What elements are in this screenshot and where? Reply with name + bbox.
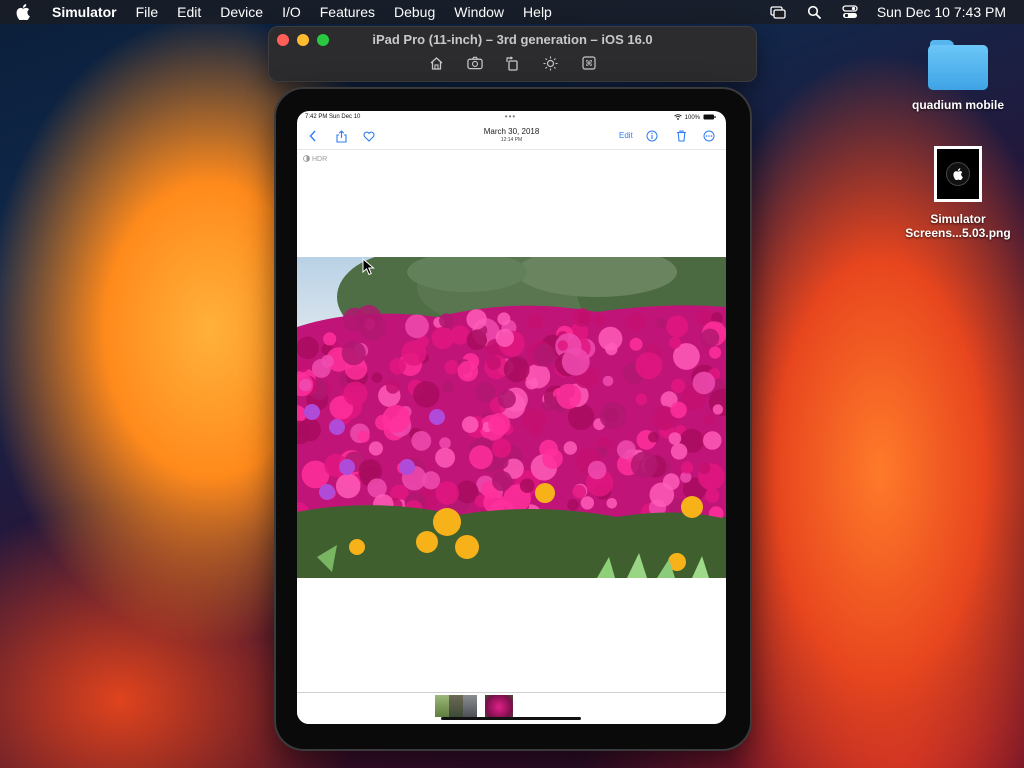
thumbnail-strip[interactable]	[435, 695, 513, 717]
screenshot-thumbnail-icon	[934, 146, 982, 202]
menu-clock[interactable]: Sun Dec 10 7:43 PM	[877, 4, 1006, 20]
photo-time: 12:14 PM	[500, 137, 523, 143]
mouse-cursor-icon	[362, 257, 376, 276]
simulator-window-title: iPad Pro (11-inch) – 3rd generation – iO…	[372, 32, 653, 47]
menu-bar: Simulator File Edit Device I/O Features …	[0, 0, 1024, 24]
control-center-icon[interactable]	[841, 5, 859, 19]
battery-icon	[703, 114, 716, 122]
more-icon[interactable]	[702, 129, 716, 143]
ios-status-bar: 7:42 PM Sun Dec 10 ••• 100%	[305, 112, 716, 124]
folder-icon	[928, 38, 988, 90]
home-icon[interactable]	[429, 55, 445, 71]
appearance-icon[interactable]	[543, 55, 559, 71]
photo-nav-bar: March 30, 2018 12:14 PM Edit	[297, 125, 726, 150]
wifi-icon	[673, 114, 682, 122]
screen-mirroring-icon[interactable]	[769, 5, 787, 19]
screenshot-icon[interactable]	[466, 55, 483, 71]
thumbnail-scrubber	[297, 692, 726, 724]
desktop-file[interactable]: Simulator Screens...5.03.png	[898, 146, 1018, 240]
menu-debug[interactable]: Debug	[394, 4, 435, 20]
rotate-icon[interactable]	[505, 55, 521, 71]
info-icon[interactable]	[645, 129, 659, 143]
menu-io[interactable]: I/O	[282, 4, 301, 20]
keyboard-shortcut-icon[interactable]: ⌘	[581, 55, 597, 71]
ipad-screen[interactable]: 7:42 PM Sun Dec 10 ••• 100% March 30, 20…	[297, 111, 726, 724]
trash-icon[interactable]	[674, 129, 688, 143]
hdr-icon	[303, 155, 310, 164]
desktop-folder[interactable]: quadium mobile	[902, 38, 1014, 112]
thumbnail-selected[interactable]	[485, 695, 513, 717]
battery-percent: 100%	[684, 115, 700, 121]
search-icon[interactable]	[805, 5, 823, 19]
menu-edit[interactable]: Edit	[177, 4, 201, 20]
edit-button[interactable]: Edit	[619, 131, 633, 140]
apple-icon[interactable]	[16, 4, 38, 20]
desktop-folder-label: quadium mobile	[911, 98, 1004, 112]
desktop-file-label: Simulator Screens...5.03.png	[905, 212, 1011, 240]
simulator-window-titlebar: iPad Pro (11-inch) – 3rd generation – iO…	[268, 26, 757, 82]
home-indicator[interactable]	[441, 717, 581, 720]
svg-text:⌘: ⌘	[585, 59, 593, 68]
thumbnail[interactable]	[435, 695, 449, 717]
thumbnail[interactable]	[449, 695, 463, 717]
menu-window[interactable]: Window	[454, 4, 504, 20]
menu-features[interactable]: Features	[320, 4, 375, 20]
flower-photo[interactable]	[297, 257, 726, 578]
thumbnail[interactable]	[463, 695, 477, 717]
menu-file[interactable]: File	[136, 4, 159, 20]
menu-simulator[interactable]: Simulator	[52, 4, 117, 20]
hdr-badge: HDR	[303, 155, 327, 164]
multitasking-dots[interactable]: •••	[305, 112, 716, 121]
menu-device[interactable]: Device	[220, 4, 263, 20]
hdr-label: HDR	[312, 156, 328, 163]
photo-date: March 30, 2018	[483, 127, 540, 136]
menu-help[interactable]: Help	[523, 4, 552, 20]
